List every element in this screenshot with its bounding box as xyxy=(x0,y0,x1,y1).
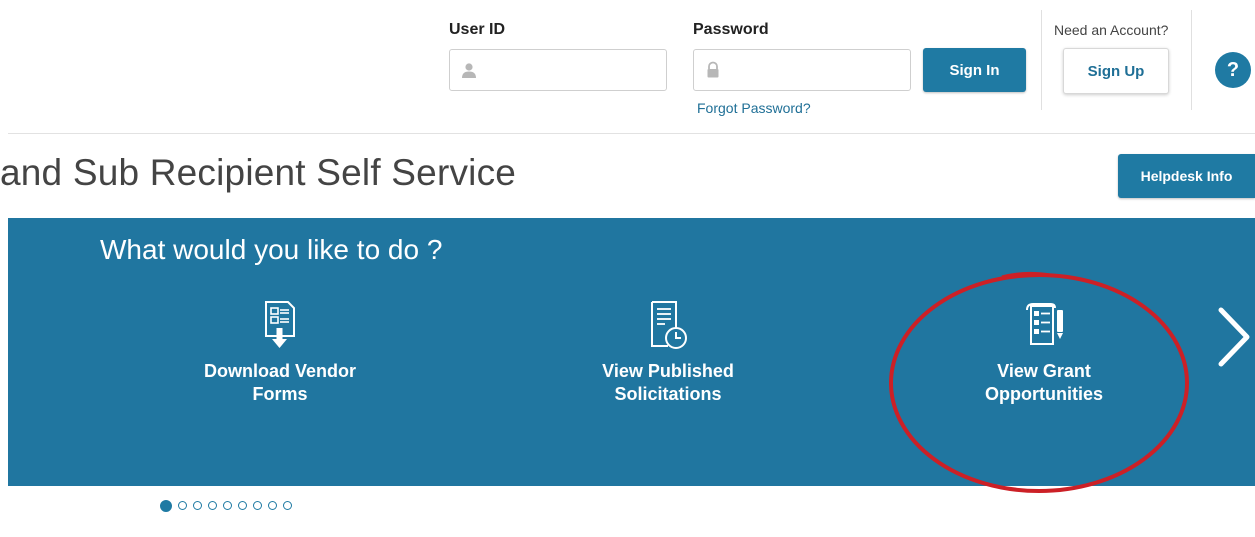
header-rule xyxy=(8,133,1255,134)
login-header: User ID Password Forgot Password? Sign I… xyxy=(0,0,1255,135)
tile-view-grant-opportunities[interactable]: View Grant Opportunities xyxy=(934,300,1154,406)
password-input[interactable] xyxy=(730,50,906,92)
user-id-input[interactable] xyxy=(486,50,662,92)
pager-dot[interactable] xyxy=(160,500,172,512)
carousel-pager xyxy=(160,500,292,512)
pager-dot[interactable] xyxy=(223,501,232,510)
solicitation-clock-icon xyxy=(651,301,687,349)
help-icon[interactable]: ? xyxy=(1215,52,1251,88)
lock-icon xyxy=(707,61,719,78)
page-title: and Sub Recipient Self Service xyxy=(0,152,517,193)
download-form-icon xyxy=(265,301,295,348)
pager-dot[interactable] xyxy=(238,501,247,510)
sign-in-button[interactable]: Sign In xyxy=(923,48,1026,92)
action-carousel: What would you like to do ? Download Ven… xyxy=(8,218,1255,486)
pager-dot[interactable] xyxy=(253,501,262,510)
carousel-question: What would you like to do ? xyxy=(100,234,443,265)
helpdesk-info-button[interactable]: Helpdesk Info xyxy=(1118,154,1255,198)
pager-dot[interactable] xyxy=(178,501,187,510)
chevron-right-icon[interactable] xyxy=(1215,302,1255,372)
pager-dot[interactable] xyxy=(268,501,277,510)
tile-label-line1: View Grant xyxy=(997,361,1091,381)
grant-scroll-icon xyxy=(1026,303,1063,345)
tile-label-line1: Download Vendor xyxy=(203,361,356,381)
tile-label-line2: Opportunities xyxy=(985,384,1103,404)
tile-download-vendor-forms[interactable]: Download Vendor Forms xyxy=(170,300,390,406)
password-field[interactable] xyxy=(693,49,911,92)
tile-label-line2: Solicitations xyxy=(614,384,722,404)
forgot-password-link[interactable]: Forgot Password? xyxy=(697,100,811,116)
tile-label-line1: View Published xyxy=(602,361,734,381)
pager-dot[interactable] xyxy=(283,501,292,510)
sign-up-button[interactable]: Sign Up xyxy=(1063,48,1169,94)
need-account-text: Need an Account? xyxy=(1054,22,1169,38)
pager-dot[interactable] xyxy=(208,501,217,510)
password-label: Password xyxy=(693,21,769,38)
header-divider xyxy=(1041,10,1042,110)
user-id-field[interactable] xyxy=(449,49,667,92)
user-id-label: User ID xyxy=(449,21,506,38)
pager-dot[interactable] xyxy=(193,501,202,510)
tile-view-published-solicitations[interactable]: View Published Solicitations xyxy=(558,300,778,406)
user-icon xyxy=(462,63,476,78)
header-divider-2 xyxy=(1191,10,1192,110)
tile-label-line2: Forms xyxy=(252,384,308,404)
